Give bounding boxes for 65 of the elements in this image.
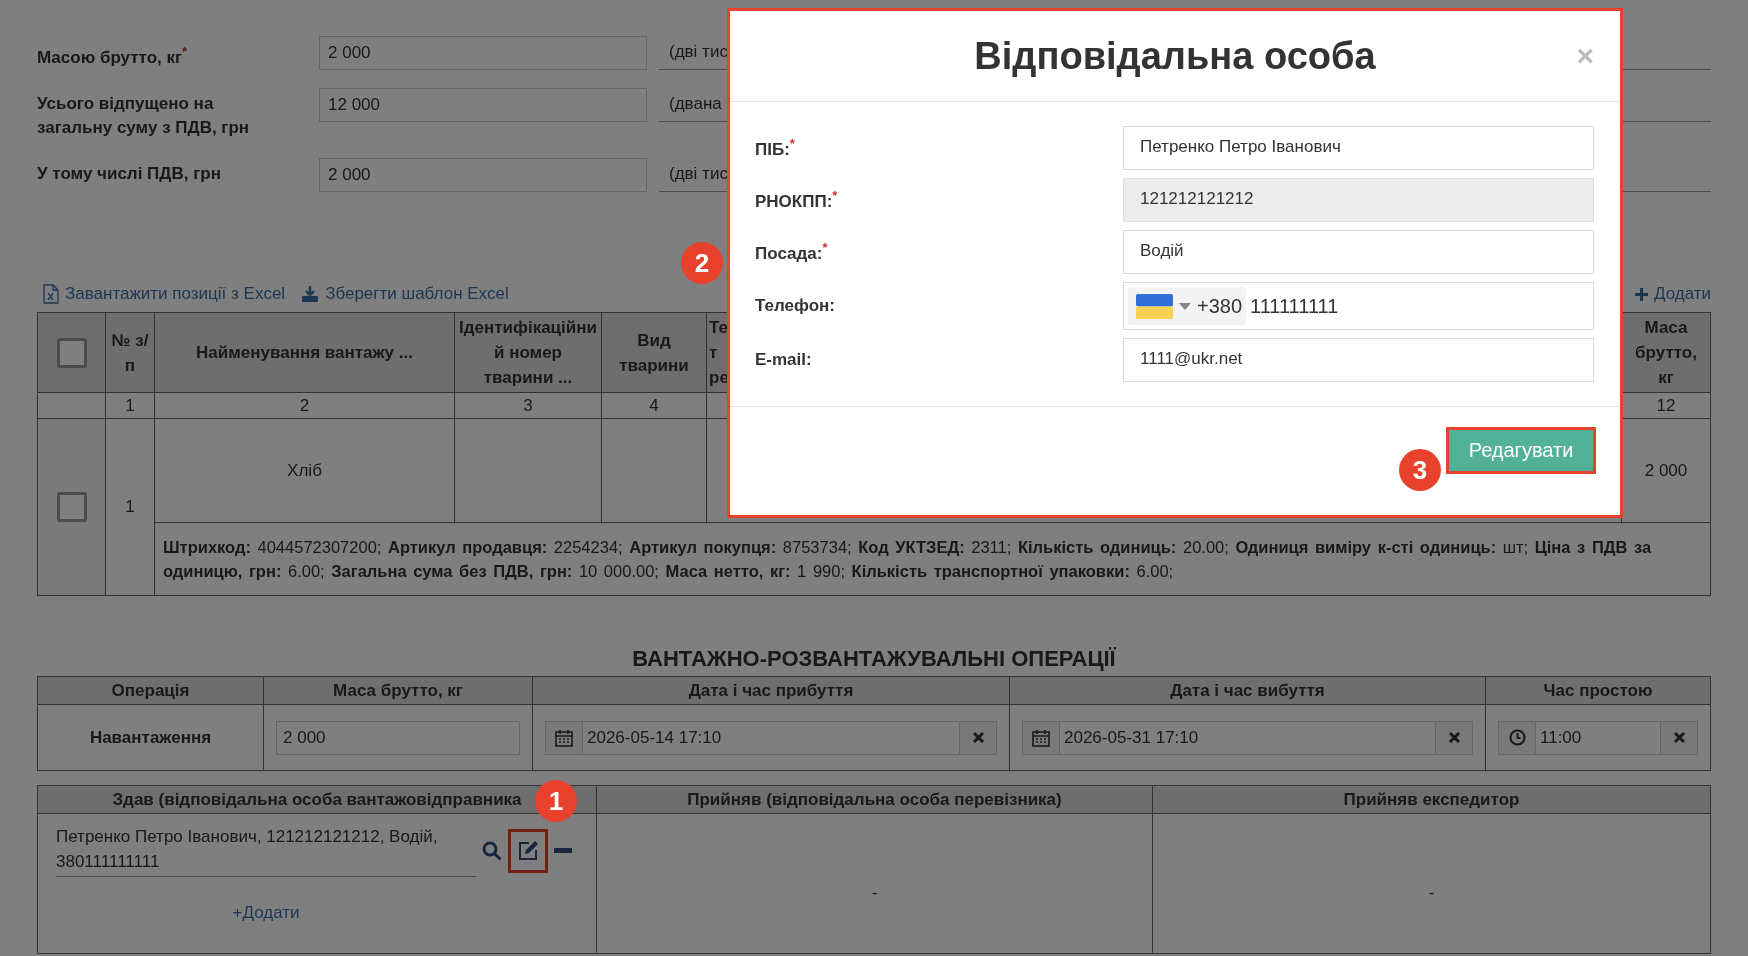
column-header: Прийняв експедитор	[1152, 785, 1711, 814]
flag-icon	[1136, 293, 1173, 319]
checkbox[interactable]	[56, 492, 87, 522]
input-field[interactable]: 1111@ukr.net	[1123, 338, 1594, 382]
edit-button[interactable]: Редагувати	[1446, 427, 1596, 474]
table-cell: Навантаження	[37, 704, 264, 771]
calendar-icon	[1032, 728, 1050, 747]
column-header: Вид тварини	[601, 312, 707, 393]
column-header: Операція	[37, 676, 264, 705]
column-number: 2	[154, 392, 455, 419]
clear-icon[interactable]	[971, 731, 985, 744]
column-header: Маса брутто, кг	[263, 676, 533, 705]
input-field[interactable]: 2 000	[276, 720, 520, 755]
input-field[interactable]: Водій	[1123, 230, 1594, 274]
excel-file-icon	[43, 284, 59, 304]
column-header: Час простою	[1485, 676, 1711, 705]
clear-icon[interactable]	[1672, 731, 1686, 744]
section-title: ВАНТАЖНО-РОЗВАНТАЖУВАЛЬНІ ОПЕРАЦІЇ	[631, 645, 1117, 673]
column-number: 1	[105, 392, 155, 419]
field-label: E-mail:	[755, 350, 813, 370]
field-label: Масою брутто, кг$^{*}$	[37, 43, 189, 69]
input-field[interactable]: 2 000	[319, 158, 647, 192]
input-field[interactable]: 12 000	[319, 88, 647, 122]
column-header: Прийняв (відповідальна особа перевізника)	[596, 785, 1153, 814]
field-label: Посада:$^{*}$	[755, 240, 829, 264]
field-label: Усього відпущено на загальну суму з ПДВ, грн	[37, 93, 251, 139]
table-cell: -	[1152, 813, 1711, 954]
checkbox[interactable]	[56, 337, 87, 368]
download-icon	[301, 285, 320, 303]
minus-icon[interactable]	[554, 847, 572, 854]
clear-icon[interactable]	[1447, 731, 1461, 744]
add-link[interactable]: +Додати	[0, 903, 536, 923]
field-label: Телефон:	[755, 296, 836, 316]
step-marker: 2	[681, 242, 723, 284]
step-marker: 1	[535, 780, 577, 822]
add-link[interactable]: Додати	[1634, 284, 1711, 304]
edit-icon[interactable]	[508, 828, 548, 873]
column-header: Маса брутто, кг	[1621, 312, 1711, 393]
person-summary: Петренко Петро Іванович, 121212121212, Водій, 380111111111	[56, 824, 476, 877]
input-field[interactable]: Петренко Петро Іванович	[1123, 126, 1594, 170]
clock-icon	[1508, 729, 1526, 746]
input-field[interactable]: 121212121212	[1123, 178, 1594, 222]
search-icon[interactable]	[482, 840, 502, 861]
save-template-link[interactable]: Зберегти шаблон Excel	[301, 284, 509, 304]
field-label: У тому числі ПДВ, грн	[37, 163, 222, 185]
column-number: 4	[601, 392, 707, 419]
column-header: Найменування вантажу ...	[154, 312, 455, 393]
upload-excel-link[interactable]: Завантажити позиції з Excel	[43, 284, 286, 304]
column-number: 3	[454, 392, 602, 419]
field-label: ПІБ:$^{*}$	[755, 136, 796, 160]
column-header: № з/п	[105, 312, 155, 393]
column-header: Те т ре	[709, 317, 730, 389]
calendar-icon	[555, 728, 573, 747]
column-header: Дата і час вибуття	[1009, 676, 1486, 705]
plus-icon	[1634, 287, 1648, 301]
input-field[interactable]: 2 000	[319, 36, 647, 70]
column-header: Ідентифікаційний номер тварини ...	[454, 312, 602, 393]
table-cell: -	[596, 813, 1153, 954]
country-code-select[interactable]: +380	[1128, 287, 1247, 325]
caret-icon	[1179, 302, 1191, 310]
table-cell: Хліб	[154, 418, 455, 523]
phone-field[interactable]: +380 111111111	[1123, 282, 1594, 330]
item-details: Штрихкод: 4044572307200; Артикул продавця: 2254234; Артикул покупця: 8753734; Код УКТЗЕД: 2311; Кількість одиниць: 20.00; Одиниця виміру к-сті одиниць: шт; Ціна з ПДВ за одиницю, грн: 6.00; Загальна сума без ПДВ, грн: 10 000.00; Маса нетто, кг: 1 990; Кількість транспортної упаковки: 6.00;	[154, 522, 1711, 596]
column-header: Дата і час прибуття	[532, 676, 1010, 705]
table-cell: 1	[105, 418, 155, 596]
